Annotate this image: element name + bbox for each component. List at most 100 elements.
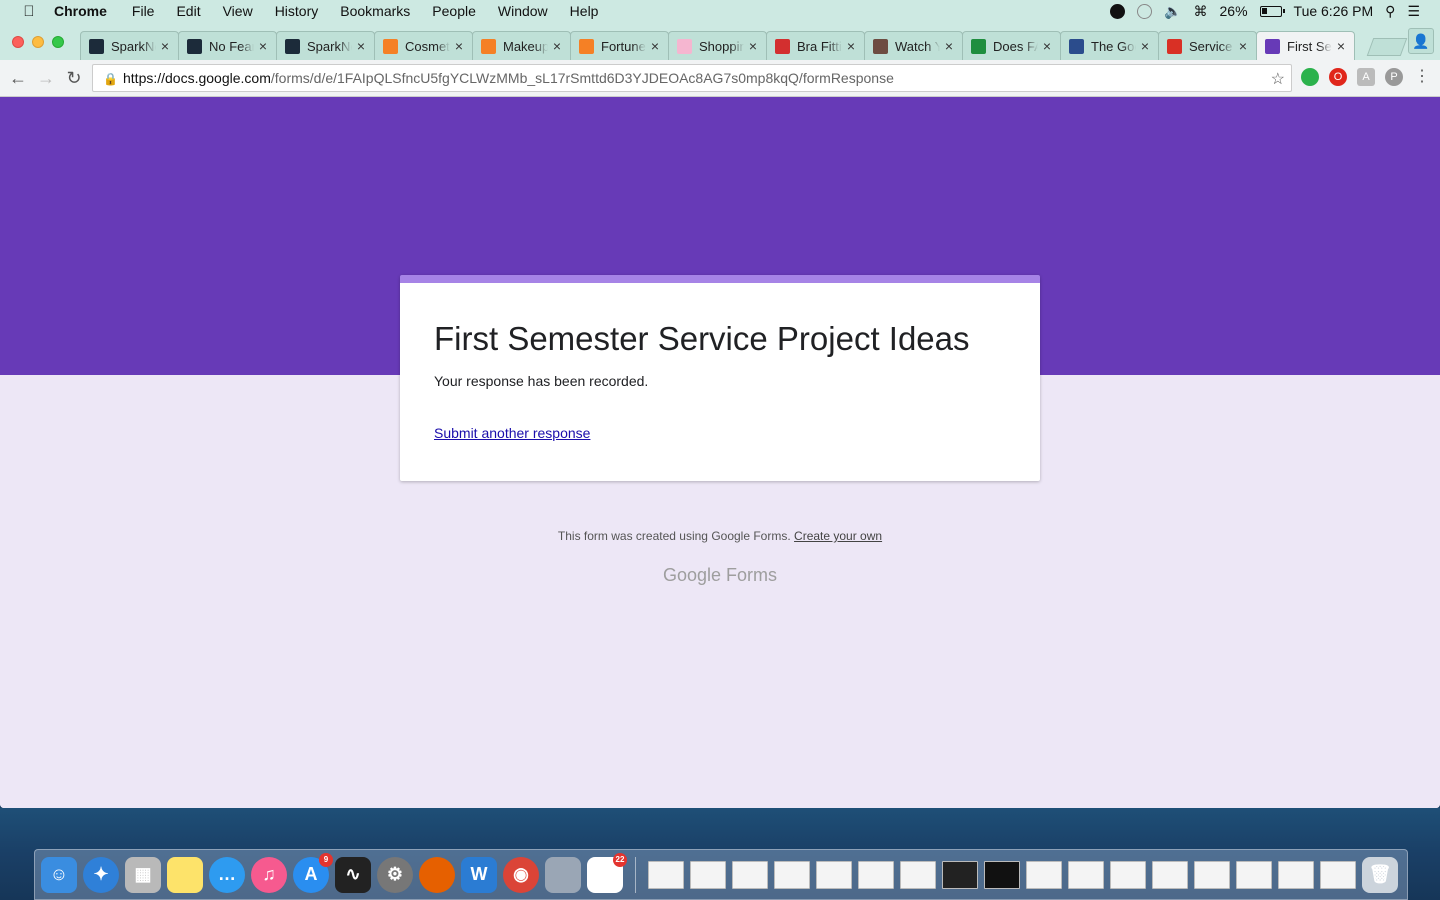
minimized-window[interactable]	[648, 860, 684, 889]
browser-tab[interactable]: Fortune ×	[570, 31, 669, 60]
extension-green-icon[interactable]	[1301, 68, 1319, 86]
minimized-window[interactable]	[942, 860, 978, 889]
menu-people[interactable]: People	[421, 3, 487, 19]
trash-icon[interactable]: 🗑	[1362, 856, 1398, 893]
reload-icon[interactable]: ↻	[60, 64, 88, 92]
minimized-window[interactable]	[732, 860, 768, 889]
browser-tab[interactable]: Cosmetics ×	[374, 31, 473, 60]
activity-monitor-icon[interactable]: ∿	[335, 856, 371, 893]
close-tab-icon[interactable]: ×	[357, 38, 365, 54]
close-tab-icon[interactable]: ×	[651, 38, 659, 54]
messages-icon[interactable]: …	[209, 856, 245, 893]
minimize-window-button[interactable]	[32, 36, 44, 48]
close-tab-icon[interactable]: ×	[259, 38, 267, 54]
firefox-icon[interactable]	[419, 856, 455, 893]
menu-file[interactable]: File	[121, 3, 166, 19]
word-icon[interactable]: W	[461, 856, 497, 893]
close-window-button[interactable]	[12, 36, 24, 48]
reminders-icon[interactable]: 22	[587, 852, 627, 893]
pinterest-extension-icon[interactable]: P	[1385, 68, 1403, 86]
browser-toolbar: ← → ↻ 🔒 https://docs.google.com/forms/d/…	[0, 60, 1440, 97]
menu-clock[interactable]: Tue 6:26 PM	[1294, 3, 1374, 19]
close-tab-icon[interactable]: ×	[1337, 38, 1345, 54]
apple-menu-icon[interactable]: 	[20, 3, 38, 20]
browser-tab[interactable]: Shopping ×	[668, 31, 767, 60]
menu-history[interactable]: History	[264, 3, 330, 19]
new-tab-button[interactable]	[1366, 38, 1408, 56]
browser-tab[interactable]: Makeup ×	[472, 31, 571, 60]
close-tab-icon[interactable]: ×	[945, 38, 953, 54]
menu-app-chrome[interactable]: Chrome	[54, 3, 121, 19]
preview-icon[interactable]	[545, 856, 581, 893]
app-store-icon[interactable]: A9	[293, 852, 333, 893]
time-machine-icon[interactable]	[1137, 3, 1153, 19]
close-tab-icon[interactable]: ×	[847, 38, 855, 54]
forms-page: First Semester Service Project Ideas You…	[0, 97, 1440, 808]
minimized-window[interactable]	[1194, 860, 1230, 889]
close-tab-icon[interactable]: ×	[455, 38, 463, 54]
browser-tab[interactable]: SparkNotes ×	[276, 31, 375, 60]
minimized-window[interactable]	[690, 860, 726, 889]
browser-tab[interactable]: Watch Y ×	[864, 31, 963, 60]
zoom-window-button[interactable]	[52, 36, 64, 48]
create-your-own-link[interactable]: Create your own	[794, 529, 882, 543]
status-app-icon[interactable]	[1110, 3, 1126, 19]
menu-help[interactable]: Help	[559, 3, 610, 19]
confirmation-message: Your response has been recorded.	[434, 373, 649, 389]
forward-arrow-icon[interactable]: →	[32, 64, 60, 92]
browser-tab[interactable]: Does FA ×	[962, 31, 1061, 60]
battery-icon[interactable]	[1259, 5, 1285, 17]
close-tab-icon[interactable]: ×	[1043, 38, 1051, 54]
extension-grey-icon[interactable]: A	[1357, 68, 1375, 86]
browser-tab[interactable]: The Good ×	[1060, 31, 1159, 60]
menu-window[interactable]: Window	[487, 3, 559, 19]
submit-another-response-link[interactable]: Submit another response	[434, 425, 590, 441]
browser-tab[interactable]: First Semester ×	[1256, 31, 1355, 60]
profile-icon[interactable]: 👤	[1408, 28, 1434, 54]
minimized-window[interactable]	[1152, 860, 1188, 889]
close-tab-icon[interactable]: ×	[161, 38, 169, 54]
google-forms-logo[interactable]: Google Forms	[0, 565, 1440, 586]
chrome-icon[interactable]: ◉	[503, 856, 539, 893]
spotlight-icon[interactable]: ⚲	[1385, 3, 1395, 20]
close-tab-icon[interactable]: ×	[1239, 38, 1247, 54]
minimized-window[interactable]	[1110, 860, 1146, 889]
notes-icon[interactable]	[167, 856, 203, 893]
menu-view[interactable]: View	[212, 3, 264, 19]
itunes-icon[interactable]: ♫	[251, 856, 287, 893]
system-preferences-icon[interactable]: ⚙	[377, 856, 413, 893]
bookmark-star-icon[interactable]: ☆	[1271, 69, 1285, 89]
close-tab-icon[interactable]: ×	[749, 38, 757, 54]
close-tab-icon[interactable]: ×	[553, 38, 561, 54]
tab-title: Watch Y	[895, 38, 940, 54]
minimized-window[interactable]	[1278, 860, 1314, 889]
finder-icon[interactable]: ☺	[41, 856, 77, 893]
minimized-window[interactable]	[1068, 860, 1104, 889]
safari-icon[interactable]: ✦	[83, 856, 119, 893]
back-arrow-icon[interactable]: ←	[4, 64, 32, 92]
calculator-icon[interactable]: ▦	[125, 856, 161, 893]
minimized-window[interactable]	[1236, 860, 1272, 889]
tab-list: SparkNotes × No Fear × SparkNotes × Cosmetics ×…	[80, 31, 1355, 60]
address-bar[interactable]: 🔒 https://docs.google.com/forms/d/e/1FAI…	[92, 64, 1292, 92]
minimized-window[interactable]	[774, 860, 810, 889]
minimized-window[interactable]	[858, 860, 894, 889]
battery-percent[interactable]: 26%	[1220, 3, 1248, 19]
volume-icon[interactable]: 🔈	[1164, 3, 1181, 20]
chrome-menu-icon[interactable]: ⋮	[1413, 68, 1431, 86]
browser-tab[interactable]: Service ×	[1158, 31, 1257, 60]
minimized-window[interactable]	[900, 860, 936, 889]
menu-bookmarks[interactable]: Bookmarks	[329, 3, 421, 19]
browser-tab[interactable]: Bra Fitting ×	[766, 31, 865, 60]
wifi-icon[interactable]: ⌘	[1194, 3, 1208, 20]
close-tab-icon[interactable]: ×	[1141, 38, 1149, 54]
opera-extension-icon[interactable]: O	[1329, 68, 1347, 86]
minimized-window[interactable]	[816, 860, 852, 889]
browser-tab[interactable]: No Fear ×	[178, 31, 277, 60]
browser-tab[interactable]: SparkNotes ×	[80, 31, 179, 60]
menu-edit[interactable]: Edit	[165, 3, 211, 19]
notification-center-icon[interactable]: ☰	[1407, 3, 1420, 20]
minimized-window[interactable]	[1320, 860, 1356, 889]
minimized-window[interactable]	[984, 860, 1020, 889]
minimized-window[interactable]	[1026, 860, 1062, 889]
